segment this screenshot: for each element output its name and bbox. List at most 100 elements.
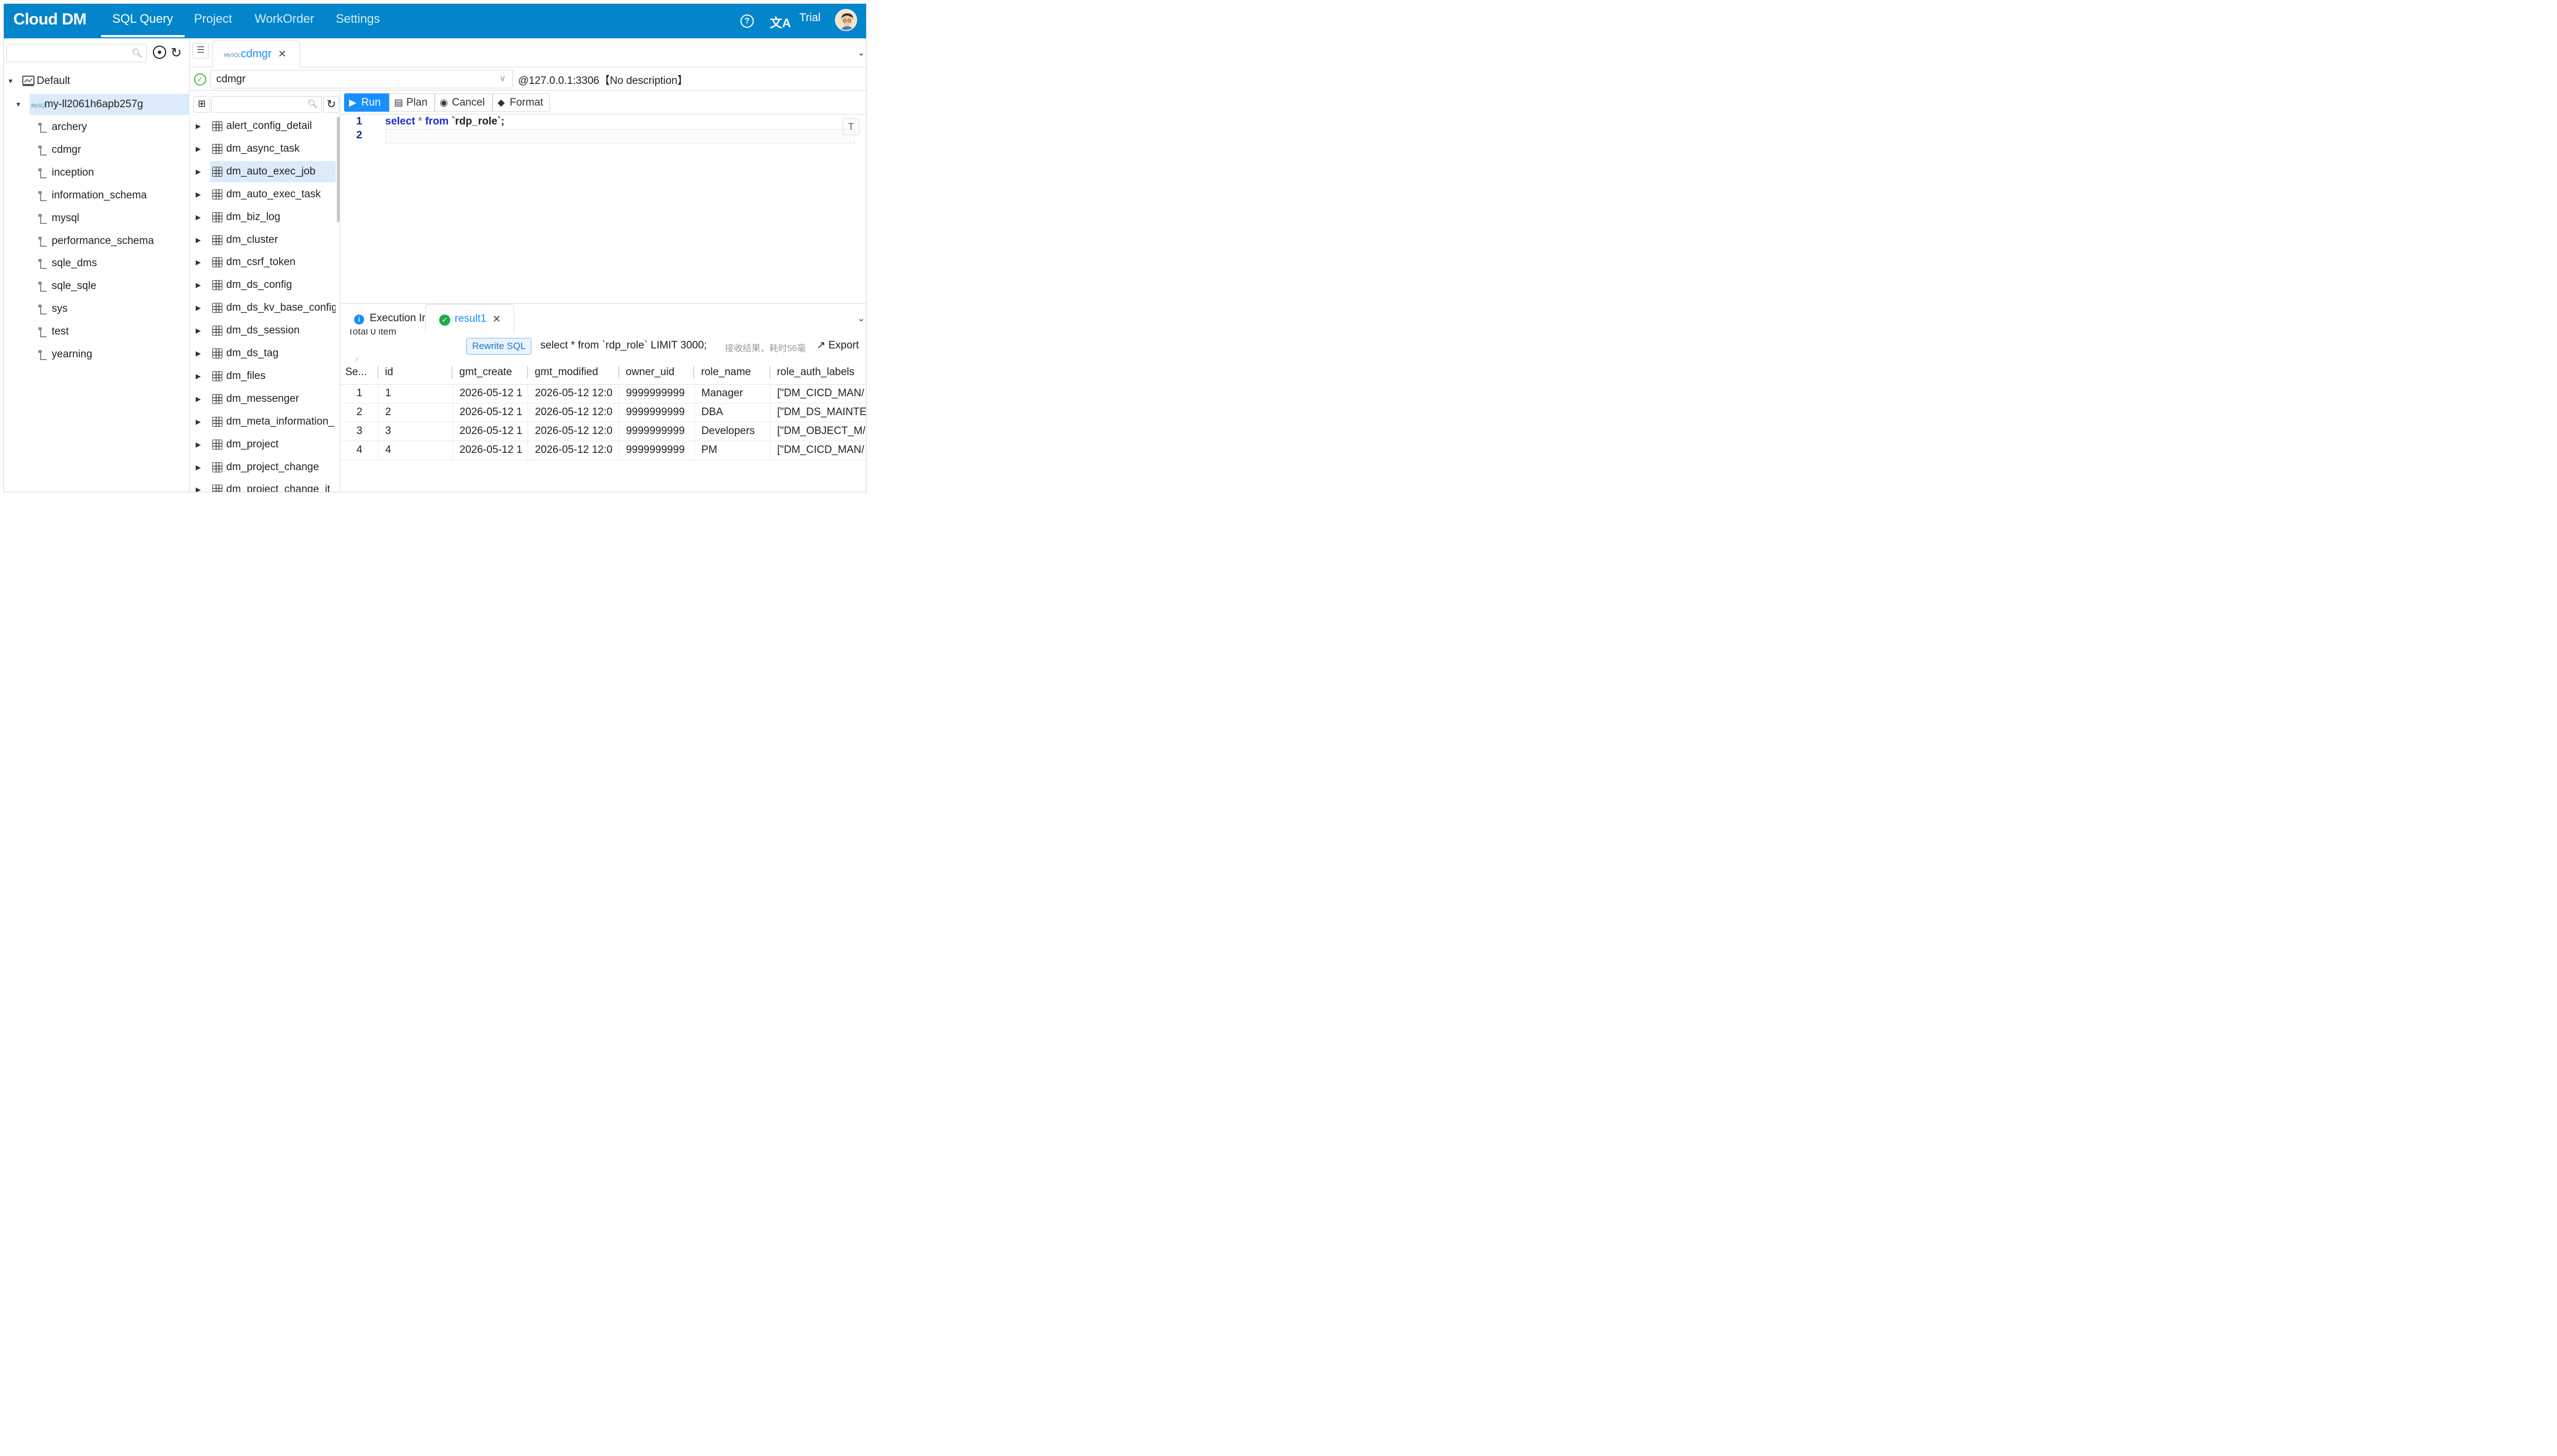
- table-cell[interactable]: 9999999999: [619, 422, 695, 441]
- table-cell[interactable]: 9999999999: [619, 403, 695, 422]
- table-cell[interactable]: 2026-05-12 1: [452, 384, 529, 403]
- tree-database-item[interactable]: mysql: [4, 208, 190, 229]
- table-cell[interactable]: 2026-05-12 1: [452, 422, 529, 441]
- table-list-item[interactable]: ▶ dm_auto_exec_job: [190, 161, 336, 182]
- nav-project[interactable]: Project: [194, 12, 232, 26]
- user-avatar[interactable]: [835, 9, 857, 31]
- table-cell[interactable]: 9999999999: [619, 384, 695, 403]
- table-list-item[interactable]: ▶ dm_ds_kv_base_config: [190, 297, 336, 318]
- table-list-item[interactable]: ▶ dm_messenger: [190, 388, 336, 410]
- caret-right-icon[interactable]: ▶: [196, 138, 201, 159]
- table-list-item[interactable]: ▶ dm_csrf_token: [190, 252, 336, 273]
- tree-database-item[interactable]: sqle_sqle: [4, 276, 190, 297]
- column-header[interactable]: role_auth_labels: [770, 361, 866, 385]
- table-cell[interactable]: PM: [694, 441, 771, 460]
- app-logo[interactable]: Cloud DM: [13, 11, 87, 29]
- table-row[interactable]: 3 3 2026-05-12 1 2026-05-12 12:0 9999999999 D…: [341, 422, 866, 441]
- table-icon[interactable]: ⊞: [193, 96, 210, 113]
- tree-database-item[interactable]: inception: [4, 162, 190, 183]
- column-header[interactable]: gmt_modified: [528, 361, 619, 385]
- table-cell[interactable]: Developers: [694, 422, 771, 441]
- sql-editor[interactable]: 1 2 select * from `rdp_role`; T: [341, 115, 866, 304]
- table-cell[interactable]: Manager: [694, 384, 771, 403]
- column-header[interactable]: gmt_create: [452, 361, 528, 385]
- caret-right-icon[interactable]: ▶: [196, 479, 201, 492]
- format-button[interactable]: ◆ Format: [493, 93, 550, 112]
- locate-icon[interactable]: [153, 46, 166, 59]
- table-cell[interactable]: 2026-05-12 12:0: [528, 441, 620, 460]
- caret-right-icon[interactable]: ▶: [196, 252, 201, 273]
- nav-sql-query[interactable]: SQL Query: [112, 12, 173, 26]
- code-line-1[interactable]: select * from `rdp_role`;: [385, 116, 504, 128]
- chevron-down-icon[interactable]: ⌄: [858, 47, 865, 58]
- tree-root-default[interactable]: ▼ Default: [4, 71, 190, 92]
- caret-right-icon[interactable]: ▶: [196, 297, 201, 318]
- table-list-item[interactable]: ▶ dm_files: [190, 366, 336, 387]
- caret-right-icon[interactable]: ▶: [196, 388, 201, 410]
- chevron-down-icon[interactable]: ⌄: [858, 313, 865, 324]
- refresh-icon[interactable]: ↻: [324, 96, 339, 113]
- table-cell[interactable]: 2026-05-12 12:0: [528, 403, 620, 422]
- table-cell[interactable]: 4: [341, 441, 379, 460]
- refresh-icon[interactable]: ↻: [171, 45, 182, 61]
- table-cell[interactable]: DBA: [694, 403, 771, 422]
- table-list-item[interactable]: ▶ dm_project_change: [190, 457, 336, 478]
- tree-database-item[interactable]: information_schema: [4, 185, 190, 206]
- user-plan-label[interactable]: Trial: [799, 12, 820, 24]
- caret-right-icon[interactable]: ▶: [196, 320, 201, 341]
- caret-right-icon[interactable]: ▶: [196, 161, 201, 182]
- table-cell[interactable]: ["DM_DS_MAINTE: [770, 403, 866, 422]
- export-button[interactable]: ↗ Export: [817, 339, 859, 352]
- database-select[interactable]: cdmgr ∨: [210, 70, 513, 88]
- table-list-item[interactable]: ▶ dm_ds_config: [190, 275, 336, 296]
- table-search-input[interactable]: 🔍︎: [211, 96, 322, 113]
- plan-button[interactable]: ▤ Plan: [389, 93, 435, 112]
- table-cell[interactable]: 3: [341, 422, 379, 441]
- table-row[interactable]: 4 4 2026-05-12 1 2026-05-12 12:0 9999999999 P…: [341, 441, 866, 460]
- tree-database-item[interactable]: archery: [4, 117, 190, 138]
- text-toggle-button[interactable]: T: [843, 118, 859, 135]
- table-cell[interactable]: ["DM_CICD_MAN/: [770, 441, 866, 460]
- table-cell[interactable]: 1: [378, 384, 453, 403]
- caret-right-icon[interactable]: ▶: [196, 116, 201, 137]
- tree-database-item[interactable]: yearning: [4, 344, 190, 365]
- column-header[interactable]: owner_uid: [619, 361, 695, 385]
- tree-database-item[interactable]: performance_schema: [4, 231, 190, 252]
- table-list-item[interactable]: ▶ dm_async_task: [190, 138, 336, 159]
- editor-tab-cdmgr[interactable]: MySQL cdmgr ✕: [212, 41, 300, 68]
- column-header[interactable]: role_name: [694, 361, 770, 385]
- tree-connection-node[interactable]: ▼ MySQL my-ll2061h6apb257g: [4, 94, 190, 115]
- nav-workorder[interactable]: WorkOrder: [255, 12, 314, 26]
- rewrite-sql-button[interactable]: Rewrite SQL: [466, 338, 531, 355]
- table-cell[interactable]: 9999999999: [619, 441, 695, 460]
- caret-right-icon[interactable]: ▶: [196, 230, 201, 251]
- table-list-item[interactable]: ▶ dm_project_change_it: [190, 479, 336, 492]
- table-list-item[interactable]: ▶ dm_ds_session: [190, 320, 336, 341]
- table-cell[interactable]: 2: [378, 403, 453, 422]
- table-cell[interactable]: 2026-05-12 1: [452, 441, 529, 460]
- caret-right-icon[interactable]: ▶: [196, 207, 201, 228]
- tree-database-item[interactable]: sqle_dms: [4, 253, 190, 274]
- table-list-item[interactable]: ▶ dm_auto_exec_task: [190, 184, 336, 205]
- collapse-sidebar-icon[interactable]: ☰: [192, 43, 209, 58]
- table-cell[interactable]: 2026-05-12 12:0: [528, 384, 620, 403]
- table-list-item[interactable]: ▶ dm_project: [190, 434, 336, 455]
- table-row[interactable]: 2 2 2026-05-12 1 2026-05-12 12:0 9999999999 D…: [341, 403, 866, 422]
- caret-right-icon[interactable]: ▶: [196, 434, 201, 455]
- table-cell[interactable]: 4: [378, 441, 453, 460]
- tree-search-input[interactable]: 🔍︎: [6, 44, 147, 62]
- caret-right-icon[interactable]: ▶: [196, 184, 201, 205]
- table-list-item[interactable]: ▶ dm_cluster: [190, 230, 336, 251]
- table-list-item[interactable]: ▶ alert_config_detail: [190, 116, 336, 137]
- nav-settings[interactable]: Settings: [336, 12, 380, 26]
- table-cell[interactable]: 2: [341, 403, 379, 422]
- table-cell[interactable]: 2026-05-12 12:0: [528, 422, 620, 441]
- column-header[interactable]: id: [378, 361, 453, 385]
- caret-down-icon[interactable]: ▼: [7, 71, 14, 92]
- table-cell[interactable]: ["DM_OBJECT_M/: [770, 422, 866, 441]
- run-button[interactable]: ▶︎ Run: [344, 93, 389, 112]
- table-list-scrollbar[interactable]: [337, 117, 340, 222]
- tree-database-item[interactable]: test: [4, 321, 190, 342]
- caret-right-icon[interactable]: ▶: [196, 457, 201, 478]
- cancel-button[interactable]: ◉ Cancel: [435, 93, 493, 112]
